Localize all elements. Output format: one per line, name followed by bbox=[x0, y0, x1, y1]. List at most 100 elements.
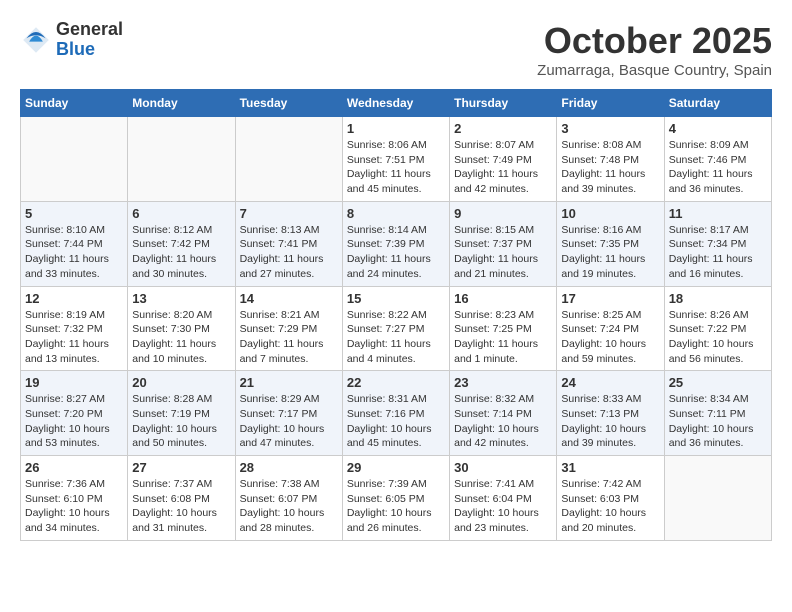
day-info: Sunrise: 7:42 AMSunset: 6:03 PMDaylight:… bbox=[561, 477, 659, 536]
logo-blue-text: Blue bbox=[56, 40, 123, 60]
weekday-header-thursday: Thursday bbox=[450, 90, 557, 117]
day-number: 1 bbox=[347, 121, 445, 136]
day-number: 27 bbox=[132, 460, 230, 475]
day-info: Sunrise: 8:06 AMSunset: 7:51 PMDaylight:… bbox=[347, 138, 445, 197]
calendar-week-row: 12 Sunrise: 8:19 AMSunset: 7:32 PMDayligh… bbox=[21, 286, 772, 371]
calendar-cell: 30 Sunrise: 7:41 AMSunset: 6:04 PMDayligh… bbox=[450, 456, 557, 541]
calendar-cell: 29Sunrise: 7:39 AMSunset: 6:05 PMDayligh… bbox=[342, 456, 449, 541]
calendar-cell: 4 Sunrise: 8:09 AMSunset: 7:46 PMDaylight… bbox=[664, 117, 771, 202]
calendar-cell: 28 Sunrise: 7:38 AMSunset: 6:07 PMDayligh… bbox=[235, 456, 342, 541]
day-info: Sunrise: 8:08 AMSunset: 7:48 PMDaylight:… bbox=[561, 138, 659, 197]
day-number: 7 bbox=[240, 206, 338, 221]
day-info: Sunrise: 8:13 AMSunset: 7:41 PMDaylight:… bbox=[240, 223, 338, 282]
calendar-cell: 16Sunrise: 8:23 AMSunset: 7:25 PMDayligh… bbox=[450, 286, 557, 371]
day-number: 10 bbox=[561, 206, 659, 221]
day-info: Sunrise: 8:21 AMSunset: 7:29 PMDaylight:… bbox=[240, 308, 338, 367]
calendar-week-row: 1 Sunrise: 8:06 AMSunset: 7:51 PMDaylight… bbox=[21, 117, 772, 202]
day-info: Sunrise: 8:17 AMSunset: 7:34 PMDaylight:… bbox=[669, 223, 767, 282]
day-info: Sunrise: 8:20 AMSunset: 7:30 PMDaylight:… bbox=[132, 308, 230, 367]
day-info: Sunrise: 8:34 AMSunset: 7:11 PMDaylight:… bbox=[669, 392, 767, 451]
day-info: Sunrise: 8:09 AMSunset: 7:46 PMDaylight:… bbox=[669, 138, 767, 197]
calendar-cell: 7 Sunrise: 8:13 AMSunset: 7:41 PMDaylight… bbox=[235, 201, 342, 286]
day-number: 14 bbox=[240, 291, 338, 306]
logo-icon bbox=[20, 24, 52, 56]
weekday-header-saturday: Saturday bbox=[664, 90, 771, 117]
day-info: Sunrise: 7:36 AMSunset: 6:10 PMDaylight:… bbox=[25, 477, 123, 536]
location-text: Zumarraga, Basque Country, Spain bbox=[537, 62, 772, 79]
day-info: Sunrise: 7:41 AMSunset: 6:04 PMDaylight:… bbox=[454, 477, 552, 536]
calendar-cell: 2Sunrise: 8:07 AMSunset: 7:49 PMDaylight… bbox=[450, 117, 557, 202]
calendar-cell bbox=[21, 117, 128, 202]
day-number: 30 bbox=[454, 460, 552, 475]
day-info: Sunrise: 8:29 AMSunset: 7:17 PMDaylight:… bbox=[240, 392, 338, 451]
weekday-header-tuesday: Tuesday bbox=[235, 90, 342, 117]
day-info: Sunrise: 8:22 AMSunset: 7:27 PMDaylight:… bbox=[347, 308, 445, 367]
calendar-cell: 26 Sunrise: 7:36 AMSunset: 6:10 PMDayligh… bbox=[21, 456, 128, 541]
day-info: Sunrise: 8:27 AMSunset: 7:20 PMDaylight:… bbox=[25, 392, 123, 451]
day-info: Sunrise: 8:28 AMSunset: 7:19 PMDaylight:… bbox=[132, 392, 230, 451]
calendar-cell bbox=[664, 456, 771, 541]
day-info: Sunrise: 8:12 AMSunset: 7:42 PMDaylight:… bbox=[132, 223, 230, 282]
calendar-cell: 27 Sunrise: 7:37 AMSunset: 6:08 PMDayligh… bbox=[128, 456, 235, 541]
calendar-cell bbox=[128, 117, 235, 202]
calendar-cell: 23Sunrise: 8:32 AMSunset: 7:14 PMDayligh… bbox=[450, 371, 557, 456]
calendar-cell: 9Sunrise: 8:15 AMSunset: 7:37 PMDaylight… bbox=[450, 201, 557, 286]
calendar-week-row: 19 Sunrise: 8:27 AMSunset: 7:20 PMDayligh… bbox=[21, 371, 772, 456]
day-info: Sunrise: 8:23 AMSunset: 7:25 PMDaylight:… bbox=[454, 308, 552, 367]
calendar-week-row: 26 Sunrise: 7:36 AMSunset: 6:10 PMDayligh… bbox=[21, 456, 772, 541]
day-info: Sunrise: 8:15 AMSunset: 7:37 PMDaylight:… bbox=[454, 223, 552, 282]
calendar-cell: 21 Sunrise: 8:29 AMSunset: 7:17 PMDayligh… bbox=[235, 371, 342, 456]
day-number: 15 bbox=[347, 291, 445, 306]
day-number: 8 bbox=[347, 206, 445, 221]
calendar-header: SundayMondayTuesdayWednesdayThursdayFrid… bbox=[21, 90, 772, 117]
day-info: Sunrise: 8:25 AMSunset: 7:24 PMDaylight:… bbox=[561, 308, 659, 367]
day-number: 12 bbox=[25, 291, 123, 306]
day-number: 11 bbox=[669, 206, 767, 221]
day-number: 31 bbox=[561, 460, 659, 475]
page-header: General Blue October 2025 Zumarraga, Bas… bbox=[20, 20, 772, 79]
month-title: October 2025 bbox=[537, 20, 772, 62]
calendar-cell: 22Sunrise: 8:31 AMSunset: 7:16 PMDayligh… bbox=[342, 371, 449, 456]
day-number: 28 bbox=[240, 460, 338, 475]
calendar-cell: 24Sunrise: 8:33 AMSunset: 7:13 PMDayligh… bbox=[557, 371, 664, 456]
calendar-cell: 8 Sunrise: 8:14 AMSunset: 7:39 PMDaylight… bbox=[342, 201, 449, 286]
day-info: Sunrise: 8:16 AMSunset: 7:35 PMDaylight:… bbox=[561, 223, 659, 282]
day-info: Sunrise: 7:38 AMSunset: 6:07 PMDaylight:… bbox=[240, 477, 338, 536]
calendar-week-row: 5Sunrise: 8:10 AMSunset: 7:44 PMDaylight… bbox=[21, 201, 772, 286]
day-info: Sunrise: 8:33 AMSunset: 7:13 PMDaylight:… bbox=[561, 392, 659, 451]
calendar-cell: 25 Sunrise: 8:34 AMSunset: 7:11 PMDayligh… bbox=[664, 371, 771, 456]
logo: General Blue bbox=[20, 20, 123, 60]
day-info: Sunrise: 8:14 AMSunset: 7:39 PMDaylight:… bbox=[347, 223, 445, 282]
day-info: Sunrise: 8:26 AMSunset: 7:22 PMDaylight:… bbox=[669, 308, 767, 367]
day-number: 6 bbox=[132, 206, 230, 221]
calendar-cell: 5Sunrise: 8:10 AMSunset: 7:44 PMDaylight… bbox=[21, 201, 128, 286]
weekday-header-sunday: Sunday bbox=[21, 90, 128, 117]
day-info: Sunrise: 8:31 AMSunset: 7:16 PMDaylight:… bbox=[347, 392, 445, 451]
day-info: Sunrise: 7:37 AMSunset: 6:08 PMDaylight:… bbox=[132, 477, 230, 536]
calendar-cell bbox=[235, 117, 342, 202]
calendar-cell: 20Sunrise: 8:28 AMSunset: 7:19 PMDayligh… bbox=[128, 371, 235, 456]
calendar-cell: 6 Sunrise: 8:12 AMSunset: 7:42 PMDaylight… bbox=[128, 201, 235, 286]
day-info: Sunrise: 8:19 AMSunset: 7:32 PMDaylight:… bbox=[25, 308, 123, 367]
day-number: 25 bbox=[669, 375, 767, 390]
calendar-cell: 18 Sunrise: 8:26 AMSunset: 7:22 PMDayligh… bbox=[664, 286, 771, 371]
day-number: 26 bbox=[25, 460, 123, 475]
calendar-cell: 1 Sunrise: 8:06 AMSunset: 7:51 PMDaylight… bbox=[342, 117, 449, 202]
day-number: 13 bbox=[132, 291, 230, 306]
day-number: 18 bbox=[669, 291, 767, 306]
day-number: 19 bbox=[25, 375, 123, 390]
calendar-cell: 31 Sunrise: 7:42 AMSunset: 6:03 PMDayligh… bbox=[557, 456, 664, 541]
calendar-cell: 3Sunrise: 8:08 AMSunset: 7:48 PMDaylight… bbox=[557, 117, 664, 202]
calendar-table: SundayMondayTuesdayWednesdayThursdayFrid… bbox=[20, 89, 772, 541]
day-number: 5 bbox=[25, 206, 123, 221]
title-block: October 2025 Zumarraga, Basque Country, … bbox=[537, 20, 772, 79]
weekday-header-row: SundayMondayTuesdayWednesdayThursdayFrid… bbox=[21, 90, 772, 117]
calendar-cell: 12 Sunrise: 8:19 AMSunset: 7:32 PMDayligh… bbox=[21, 286, 128, 371]
day-number: 21 bbox=[240, 375, 338, 390]
calendar-cell: 17Sunrise: 8:25 AMSunset: 7:24 PMDayligh… bbox=[557, 286, 664, 371]
logo-general-text: General bbox=[56, 20, 123, 40]
calendar-cell: 15 Sunrise: 8:22 AMSunset: 7:27 PMDayligh… bbox=[342, 286, 449, 371]
day-number: 2 bbox=[454, 121, 552, 136]
calendar-cell: 14 Sunrise: 8:21 AMSunset: 7:29 PMDayligh… bbox=[235, 286, 342, 371]
day-number: 4 bbox=[669, 121, 767, 136]
